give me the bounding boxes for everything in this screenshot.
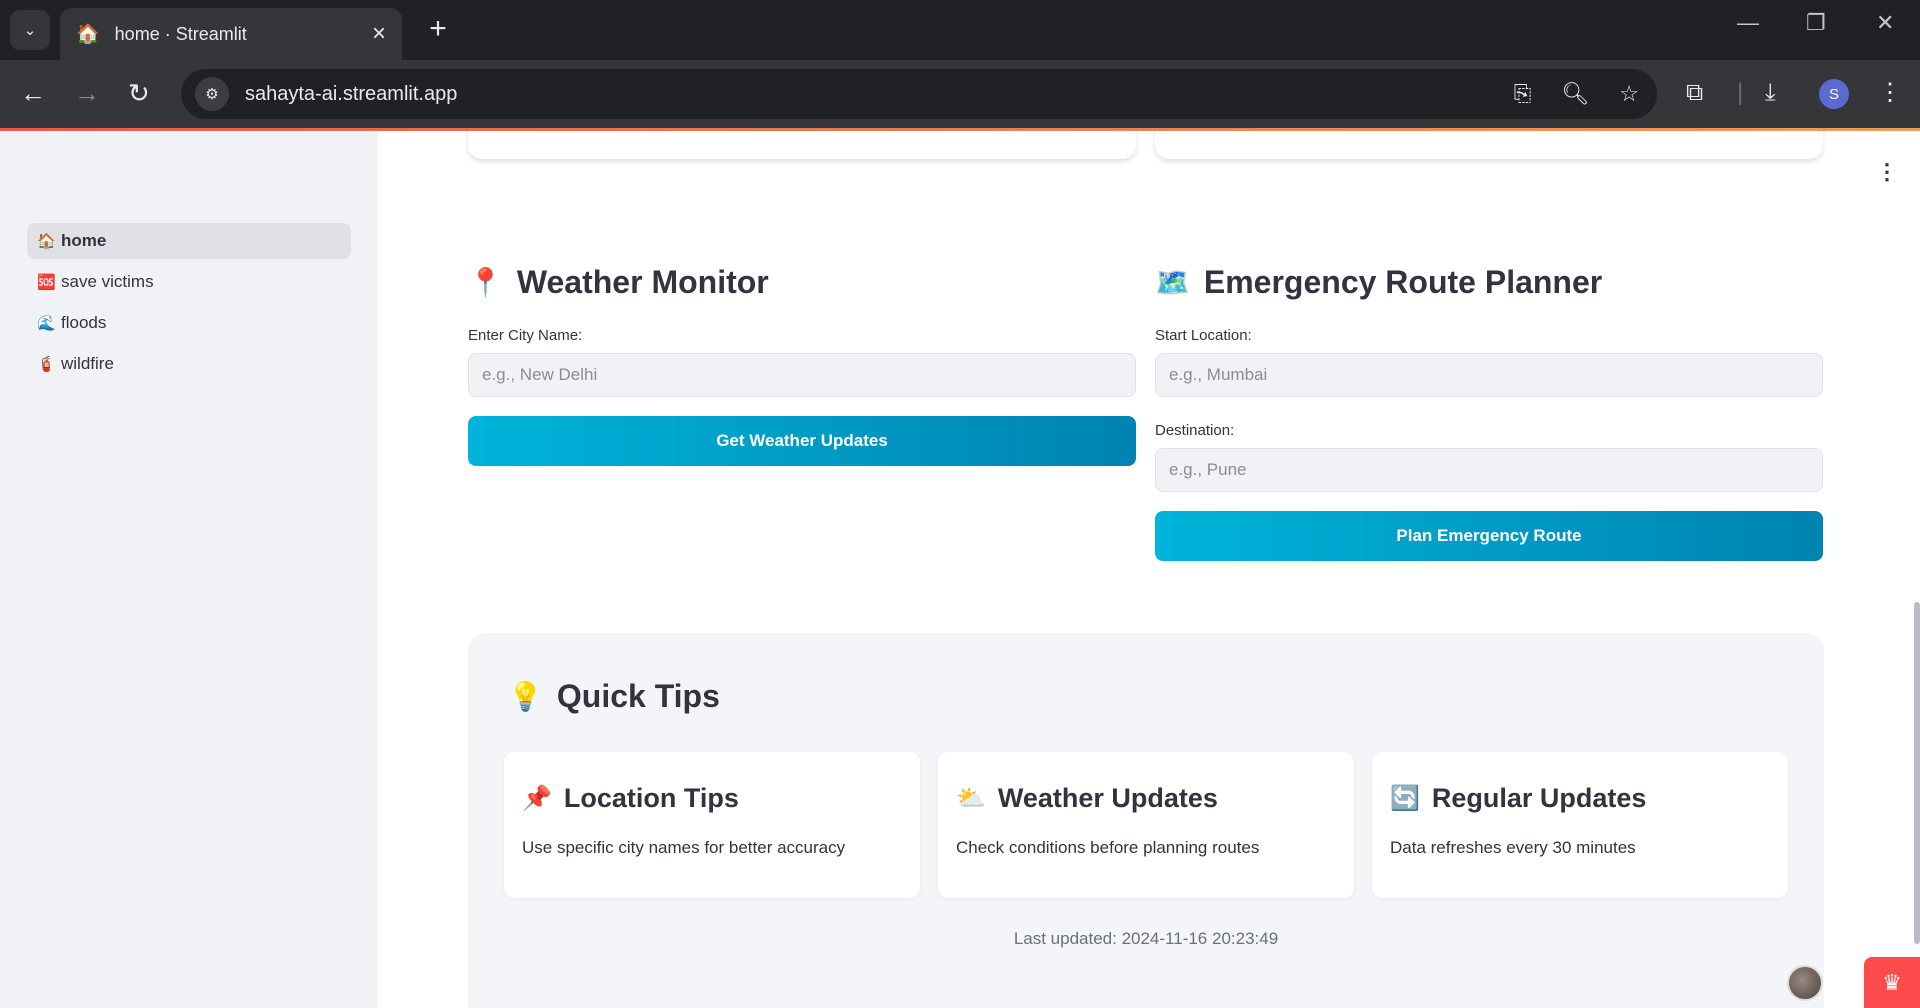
quick-tips-heading: 💡 Quick Tips [508,678,720,715]
app-menu-icon[interactable]: ⋮ [1876,159,1898,185]
sidebar-item-label: wildfire [61,354,114,373]
extensions-icon[interactable]: ⧉ [1686,78,1703,108]
get-weather-button[interactable]: Get Weather Updates [468,416,1136,466]
weather-monitor-heading: 📍 Weather Monitor [468,264,769,301]
start-location-input[interactable] [1155,353,1823,397]
city-label: Enter City Name: [468,327,583,344]
sidebar-item-label: home [61,231,107,250]
quick-tips-title: Quick Tips [556,678,720,714]
scrollbar-thumb[interactable] [1914,602,1920,944]
user-avatar[interactable] [1787,965,1823,1001]
wave-icon: 🌊 [37,315,56,332]
tab-favicon-icon: 🏠 [76,24,100,45]
site-info-icon[interactable]: ⚙ [195,77,229,111]
city-input[interactable] [468,353,1136,397]
downloads-icon[interactable]: ⤓ [1765,78,1776,108]
top-card-left [468,131,1136,159]
tab-close-icon[interactable]: × [372,20,386,48]
main-content: ⋮ 📍 Weather Monitor Enter City Name: Get… [378,131,1920,1008]
tab-title: home · Streamlit [114,23,247,44]
window-close-icon[interactable]: ✕ [1876,10,1894,36]
sidebar-item-wildfire[interactable]: 🧯 wildfire [27,346,351,382]
minimize-icon[interactable]: — [1737,10,1759,36]
home-icon: 🏠 [37,233,56,250]
tip-text: Data refreshes every 30 minutes [1390,838,1636,857]
sidebar-item-floods[interactable]: 🌊 floods [27,305,351,341]
browser-tab[interactable]: 🏠 home · Streamlit × [60,8,402,60]
sidebar-item-label: save victims [61,272,154,291]
back-icon[interactable]: ← [20,78,46,108]
sos-icon: 🆘 [37,274,56,291]
top-card-right [1155,131,1823,159]
sidebar-item-save-victims[interactable]: 🆘 save victims [27,264,351,300]
address-bar[interactable]: ⚙ sahayta-ai.streamlit.app ⎘ 🔍︎ ☆ [181,69,1657,119]
tab-search-button[interactable]: ⌄ [10,10,50,50]
tip-text: Check conditions before planning routes [956,838,1260,857]
sun-cloud-icon: ⛅ [956,785,986,812]
restore-icon[interactable]: ❐ [1806,10,1826,36]
browser-toolbar: ← → ↻ ⚙ sahayta-ai.streamlit.app ⎘ 🔍︎ ☆ … [0,60,1920,128]
map-icon: 🗺️ [1155,267,1190,298]
zoom-icon[interactable]: 🔍︎ [1561,81,1589,107]
quick-tips-panel: 💡 Quick Tips 📌 Location Tips Use specifi… [468,633,1824,1008]
last-updated-text: Last updated: 2024-11-16 20:23:49 [1013,929,1279,948]
install-app-icon[interactable]: ⎘ [1514,81,1532,107]
toolbar-divider: | [1737,79,1744,106]
fire-extinguisher-icon: 🧯 [37,356,56,373]
tip-text: Use specific city names for better accur… [522,838,846,857]
tip-card-regular-updates: 🔄 Regular Updates Data refreshes every 3… [1372,752,1788,898]
address-url: sahayta-ai.streamlit.app [245,82,458,105]
sidebar-nav: 🏠 home 🆘 save victims 🌊 floods 🧯 wildfir… [27,223,351,387]
pushpin-icon: 📌 [522,785,552,812]
destination-input[interactable] [1155,448,1823,492]
new-tab-button[interactable]: + [420,12,456,46]
bookmark-star-icon[interactable]: ☆ [1619,81,1639,107]
route-planner-heading: 🗺️ Emergency Route Planner [1155,264,1602,301]
pin-icon: 📍 [468,267,503,298]
tip-card-weather: ⛅ Weather Updates Check conditions befor… [938,752,1354,898]
tip-title: Weather Updates [997,783,1218,813]
sidebar: 🏠 home 🆘 save victims 🌊 floods 🧯 wildfir… [0,131,378,1008]
chrome-menu-icon[interactable]: ⋮ [1878,78,1902,108]
route-planner-title: Emergency Route Planner [1203,264,1603,300]
streamlit-crown-icon[interactable]: ♛ [1864,957,1920,1008]
tip-title: Regular Updates [1431,783,1647,813]
plan-route-button[interactable]: Plan Emergency Route [1155,511,1823,561]
weather-monitor-title: Weather Monitor [516,264,769,300]
tip-title: Location Tips [563,783,739,813]
start-location-label: Start Location: [1155,327,1252,344]
sidebar-item-label: floods [61,313,107,332]
forward-icon[interactable]: → [74,78,100,108]
reload-icon[interactable]: ↻ [128,78,150,108]
light-bulb-icon: 💡 [508,681,543,712]
profile-avatar[interactable]: S [1819,79,1849,109]
browser-tab-bar: ⌄ 🏠 home · Streamlit × + — ❐ ✕ [0,0,1920,60]
tip-card-location: 📌 Location Tips Use specific city names … [504,752,920,898]
refresh-icon: 🔄 [1390,785,1420,812]
sidebar-item-home[interactable]: 🏠 home [27,223,351,259]
destination-label: Destination: [1155,422,1235,439]
